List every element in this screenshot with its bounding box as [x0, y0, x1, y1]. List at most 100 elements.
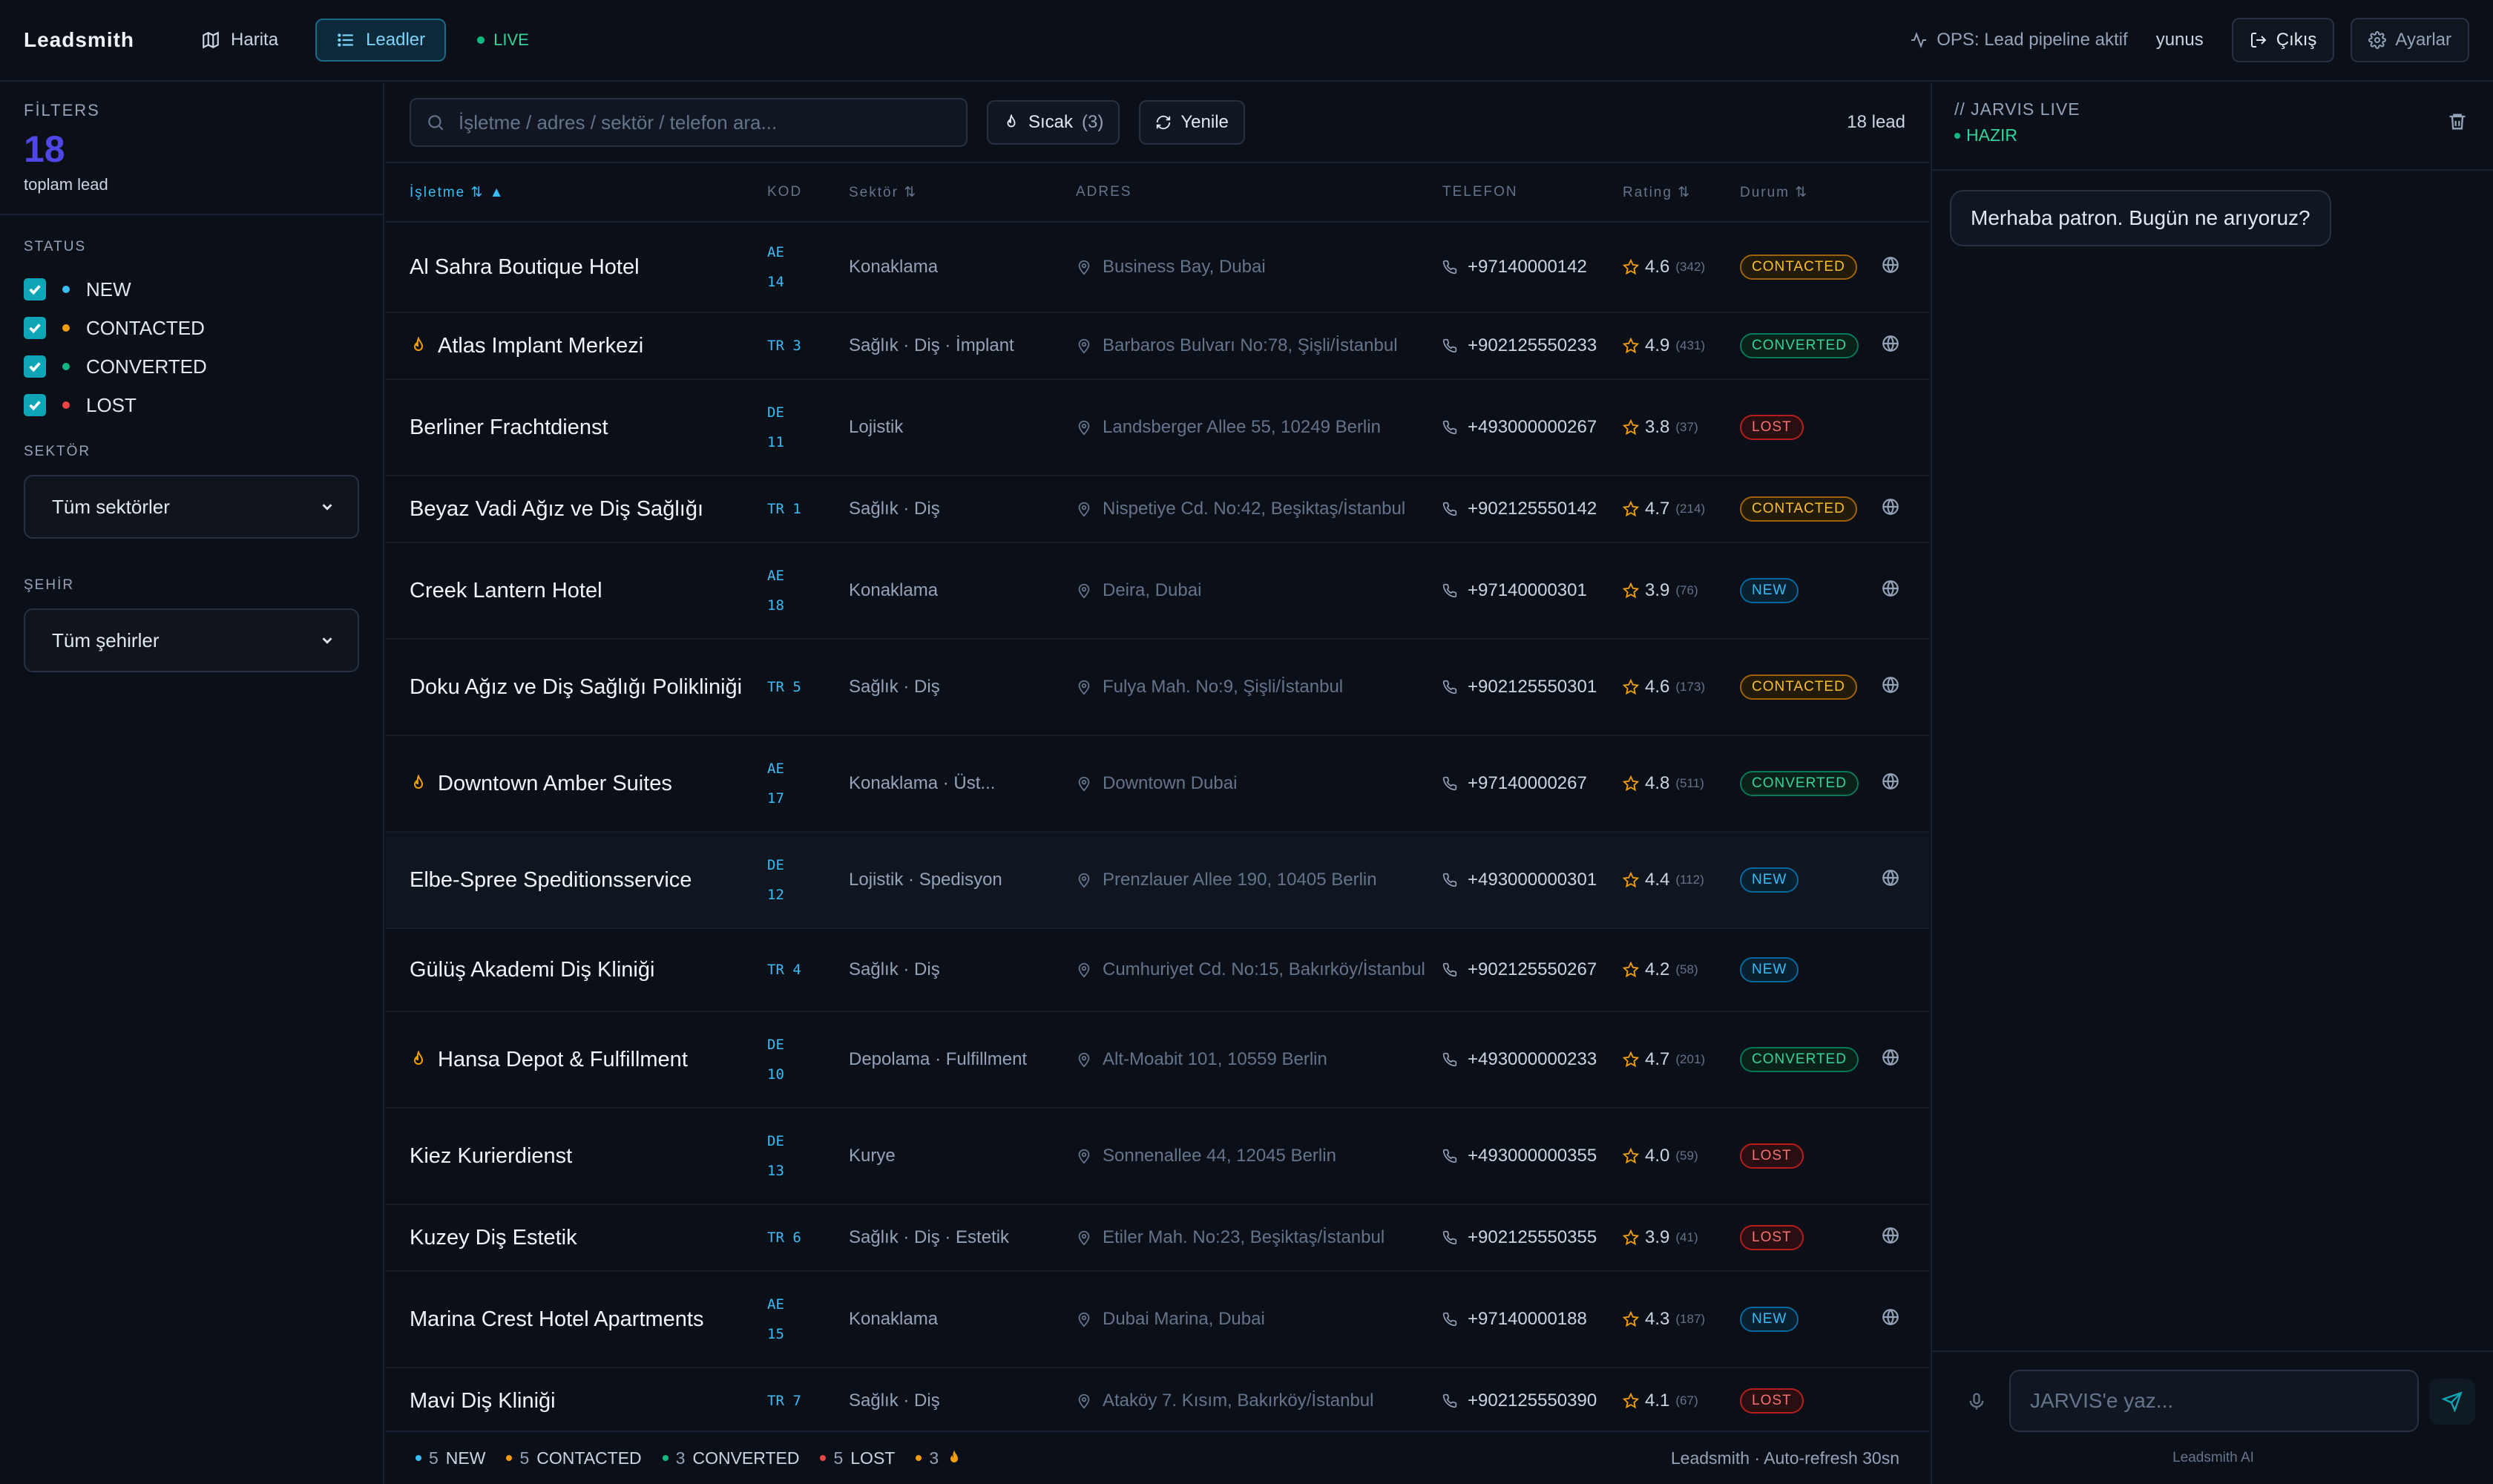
table-row[interactable]: Beyaz Vadi Ağız ve Diş Sağlığı TR 1 Sağlık…: [386, 476, 1929, 543]
hot-filter-button[interactable]: Sıcak (3): [987, 100, 1120, 145]
phone-cell[interactable]: +493000000301: [1442, 870, 1623, 890]
status-badge[interactable]: LOST: [1740, 1143, 1804, 1169]
phone-cell[interactable]: +493000000355: [1442, 1146, 1623, 1166]
phone-cell[interactable]: +493000000267: [1442, 417, 1623, 438]
table-row[interactable]: Mavi Diş Kliniği TR 7 Sağlık · Diş Ataköy 7…: [386, 1368, 1929, 1435]
globe-icon[interactable]: [1881, 1307, 1900, 1327]
status-badge[interactable]: NEW: [1740, 957, 1799, 982]
table-row[interactable]: Downtown Amber Suites AE 17 Konaklama · Üst…: [386, 736, 1929, 833]
globe-icon[interactable]: [1881, 579, 1900, 598]
table-row[interactable]: Hansa Depot & Fulfillment DE 10 Depolama · …: [386, 1012, 1929, 1109]
hot-filter-count: (3): [1082, 112, 1104, 132]
status-badge[interactable]: NEW: [1740, 578, 1799, 603]
microphone-icon[interactable]: [1966, 1391, 1987, 1413]
country-code: TR 1: [767, 501, 801, 517]
status-badge[interactable]: CONTACTED: [1740, 496, 1857, 522]
status-filter-lost[interactable]: LOST: [24, 386, 359, 424]
checkbox-checked[interactable]: [24, 317, 46, 339]
phone-cell[interactable]: +493000000233: [1442, 1049, 1623, 1070]
brand-logo[interactable]: Leadsmith: [24, 28, 134, 52]
checkbox-checked[interactable]: [24, 355, 46, 378]
phone-cell[interactable]: +97140000301: [1442, 580, 1623, 601]
header-status[interactable]: Durum ⇅: [1740, 184, 1881, 201]
status-badge[interactable]: LOST: [1740, 415, 1804, 440]
table-row[interactable]: Al Sahra Boutique Hotel AE 14 Konaklama Busi…: [386, 223, 1929, 313]
table-row[interactable]: Gülüş Akademi Diş Kliniği TR 4 Sağlık · Di…: [386, 929, 1929, 1012]
settings-button[interactable]: Ayarlar: [2351, 18, 2469, 62]
website-cell: [1881, 1048, 1911, 1072]
nav-leads-button[interactable]: Leadler: [315, 19, 447, 62]
table-row[interactable]: Kiez Kurierdienst DE 13 Kurye Sonnenallee 44…: [386, 1109, 1929, 1205]
nav-map-button[interactable]: Harita: [180, 19, 299, 62]
business-name: Hansa Depot & Fulfillment: [438, 1047, 688, 1071]
jarvis-chat-input[interactable]: JARVIS'e yaz...: [2009, 1370, 2419, 1432]
globe-icon[interactable]: [1881, 334, 1900, 353]
table-row[interactable]: Berliner Frachtdienst DE 11 Lojistik Landsbe…: [386, 380, 1929, 476]
phone-cell[interactable]: +902125550267: [1442, 959, 1623, 980]
table-row[interactable]: Kuzey Diş Estetik TR 6 Sağlık · Diş · Este…: [386, 1205, 1929, 1272]
status-filter-converted[interactable]: CONVERTED: [24, 347, 359, 386]
phone-icon: [1442, 338, 1457, 353]
header-name[interactable]: İşletme ⇅ ▲: [410, 184, 767, 201]
send-button[interactable]: [2429, 1379, 2475, 1425]
status-badge[interactable]: CONVERTED: [1740, 771, 1859, 796]
status-filter-new[interactable]: NEW: [24, 270, 359, 309]
phone-cell[interactable]: +97140000188: [1442, 1309, 1623, 1330]
status-badge[interactable]: CONVERTED: [1740, 333, 1859, 358]
globe-icon[interactable]: [1881, 675, 1900, 695]
star-icon: [1623, 1311, 1639, 1327]
map-pin-icon: [1078, 962, 1090, 978]
status-badge[interactable]: NEW: [1740, 867, 1799, 893]
phone-cell[interactable]: +902125550233: [1442, 335, 1623, 356]
table-row[interactable]: Marina Crest Hotel Apartments AE 15 Konakla…: [386, 1272, 1929, 1368]
rating-value: 4.6: [1645, 257, 1670, 277]
business-name: Kiez Kurierdienst: [410, 1143, 573, 1168]
globe-icon[interactable]: [1881, 868, 1900, 887]
trash-icon[interactable]: [2447, 111, 2468, 132]
table-row[interactable]: Elbe-Spree Speditionsservice DE 12 Lojistik…: [386, 833, 1929, 929]
status-badge[interactable]: CONTACTED: [1740, 255, 1857, 280]
business-name-cell: Mavi Diş Kliniği: [410, 1386, 767, 1416]
status-badge[interactable]: CONVERTED: [1740, 1047, 1859, 1072]
logout-button[interactable]: Çıkış: [2231, 18, 2335, 62]
country-code: TR 5: [767, 679, 801, 695]
flame-icon: [413, 775, 424, 789]
globe-icon[interactable]: [1881, 772, 1900, 791]
checkbox-checked[interactable]: [24, 394, 46, 416]
globe-icon[interactable]: [1881, 1226, 1900, 1245]
status-filter-contacted[interactable]: CONTACTED: [24, 309, 359, 347]
phone-cell[interactable]: +902125550355: [1442, 1227, 1623, 1248]
address-cell: Business Bay, Dubai: [1076, 255, 1442, 279]
city-select[interactable]: Tüm şehirler: [24, 608, 359, 672]
header-rating[interactable]: Rating ⇅: [1623, 184, 1740, 201]
phone-cell[interactable]: +902125550301: [1442, 677, 1623, 697]
search-input[interactable]: İşletme / adres / sektör / telefon ara..…: [410, 98, 968, 147]
checkbox-checked[interactable]: [24, 278, 46, 301]
globe-icon[interactable]: [1881, 255, 1900, 275]
table-row[interactable]: Doku Ağız ve Diş Sağlığı Polikliniği TR 5…: [386, 640, 1929, 736]
phone-cell[interactable]: +902125550142: [1442, 499, 1623, 519]
sector-cell: Sağlık · Diş: [849, 677, 940, 697]
rating-value: 3.9: [1645, 1227, 1670, 1247]
status-badge[interactable]: LOST: [1740, 1388, 1804, 1414]
website-cell: [1881, 1307, 1911, 1332]
status-badge[interactable]: CONTACTED: [1740, 674, 1857, 700]
header-sector[interactable]: Sektör ⇅: [849, 184, 1076, 201]
globe-icon[interactable]: [1881, 497, 1900, 516]
refresh-button[interactable]: Yenile: [1139, 100, 1245, 145]
phone-cell[interactable]: +97140000267: [1442, 773, 1623, 794]
star-icon: [1623, 501, 1639, 517]
globe-icon[interactable]: [1881, 1048, 1900, 1067]
rating-value: 4.2: [1645, 959, 1670, 979]
sector-select[interactable]: Tüm sektörler: [24, 475, 359, 539]
status-badge[interactable]: NEW: [1740, 1307, 1799, 1332]
website-cell: [1881, 868, 1911, 893]
phone-cell[interactable]: +97140000142: [1442, 257, 1623, 278]
status-badge[interactable]: LOST: [1740, 1225, 1804, 1250]
table-row[interactable]: Atlas Implant Merkezi TR 3 Sağlık · Diş · …: [386, 313, 1929, 380]
hot-filter-label: Sıcak: [1028, 112, 1074, 132]
filters-sidebar: FİLTERS 18 toplam lead STATUS NEW CONTACT…: [0, 83, 384, 1484]
phone-icon: [1442, 873, 1457, 887]
phone-cell[interactable]: +902125550390: [1442, 1391, 1623, 1411]
table-row[interactable]: Creek Lantern Hotel AE 18 Konaklama Deira, D…: [386, 543, 1929, 640]
